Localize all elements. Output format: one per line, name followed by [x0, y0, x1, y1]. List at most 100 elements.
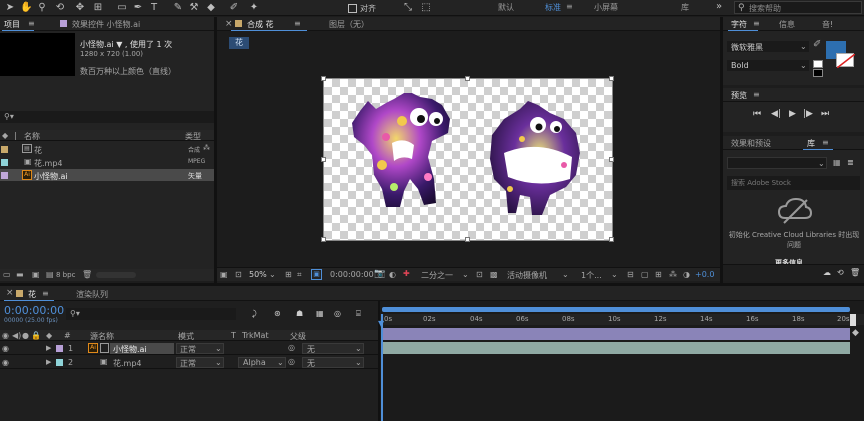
camera-icon[interactable]: 📷: [374, 269, 385, 279]
video-toggle-icon[interactable]: ◉: [2, 331, 9, 340]
workspace-default[interactable]: 默认: [498, 2, 514, 13]
bpc-label[interactable]: 8 bpc: [56, 271, 75, 279]
parent-select[interactable]: 无 ⌄: [302, 343, 364, 354]
trash-icon[interactable]: 🗑: [850, 268, 860, 277]
blend-mode-select[interactable]: 正常 ⌄: [176, 357, 224, 368]
project-search-bar[interactable]: ⚲▾: [0, 111, 214, 123]
table-row[interactable]: ◉ ▶ 2 ▣ 花.mp4 正常 ⌄ Alpha ⌄ ◎ 无 ⌄: [0, 356, 378, 369]
transform-handle[interactable]: [465, 237, 470, 242]
new-folder-icon[interactable]: ▬: [16, 270, 24, 279]
graph-editor-icon[interactable]: ⌸: [356, 309, 361, 319]
workspace-libraries[interactable]: 库: [681, 2, 689, 13]
tab-project[interactable]: 项目: [4, 19, 20, 30]
panel-menu-icon[interactable]: ≡: [753, 90, 760, 99]
parent-select[interactable]: 无 ⌄: [302, 357, 364, 368]
transform-handle[interactable]: [609, 157, 614, 162]
workspace-standard[interactable]: 标准: [545, 2, 561, 13]
list-item[interactable]: ▤ 花 合成 ⁂: [0, 143, 214, 155]
col-mode[interactable]: 模式: [178, 331, 194, 342]
transparency-toggle-icon[interactable]: ▩: [490, 270, 498, 279]
zoom-tool-icon[interactable]: ⚲: [36, 2, 48, 14]
always-preview-icon[interactable]: ▣: [220, 270, 228, 279]
comp-end-marker[interactable]: [850, 314, 856, 326]
panel-menu-icon[interactable]: ≡: [28, 19, 35, 28]
stock-search-box[interactable]: 搜索 Adobe Stock: [727, 176, 860, 190]
pick-whip-icon[interactable]: ◎: [288, 343, 295, 352]
grid-view-icon[interactable]: ▦: [833, 158, 841, 167]
snapshot-icon[interactable]: ⊡: [235, 270, 242, 279]
layer-bar-2[interactable]: [382, 342, 850, 354]
panel-menu-icon[interactable]: ≡: [42, 289, 49, 298]
camera-dropdown[interactable]: 活动摄像机: [507, 270, 547, 281]
clone-stamp-tool-icon[interactable]: ⚒: [188, 2, 200, 14]
panel-menu-icon[interactable]: ≡: [294, 19, 301, 28]
play-icon[interactable]: ▶: [789, 109, 796, 119]
workspace-small-screen[interactable]: 小屏幕: [594, 2, 618, 13]
col-source-name[interactable]: 源名称: [90, 331, 114, 342]
stock-search-input[interactable]: 搜索 Adobe Stock: [731, 178, 791, 188]
viewer-timecode[interactable]: 0:00:00:00: [330, 270, 374, 279]
table-row[interactable]: ◉ ▶ 1 Ai 小怪物.ai 正常 ⌄ ◎ 无 ⌄: [0, 342, 378, 355]
current-time-indicator[interactable]: [381, 314, 383, 421]
snap-options-icon[interactable]: ⤡: [402, 2, 414, 14]
eyedropper-icon[interactable]: ✐: [813, 39, 821, 50]
lock-icon[interactable]: 🔒: [31, 331, 41, 340]
audio-toggle-icon[interactable]: ◀): [12, 331, 21, 340]
region-of-interest-icon[interactable]: ⊡: [476, 270, 483, 279]
title-safe-icon[interactable]: ⊞: [285, 270, 292, 279]
resolution-dropdown[interactable]: 二分之一: [421, 270, 453, 281]
toggle-pixel-icon[interactable]: ⊟: [627, 270, 634, 279]
expand-arrow-icon[interactable]: ▶: [46, 344, 51, 352]
interpret-footage-icon[interactable]: ▭: [3, 270, 11, 279]
snap-edge-icon[interactable]: ⬚: [420, 2, 432, 14]
trash-icon[interactable]: 🗑: [82, 270, 92, 279]
close-icon[interactable]: ×: [6, 288, 14, 298]
tab-effect-controls[interactable]: 效果控件 小怪物.ai: [72, 19, 140, 30]
first-frame-icon[interactable]: ⏮: [753, 109, 761, 119]
comp-mini-flowchart-icon[interactable]: ⤸: [252, 309, 257, 319]
layer-search-input[interactable]: ⚲▾: [66, 308, 236, 320]
tab-render-queue[interactable]: 渲染队列: [76, 289, 108, 300]
pen-tool-icon[interactable]: ✒: [132, 2, 144, 14]
camera-tool-icon[interactable]: ✥: [74, 2, 86, 14]
eraser-tool-icon[interactable]: ◆: [205, 2, 217, 14]
type-tool-icon[interactable]: T: [148, 2, 160, 14]
creative-cloud-icon[interactable]: ☁: [823, 268, 831, 277]
sync-icon[interactable]: ⟲: [837, 268, 844, 277]
tab-composition[interactable]: 合成 花: [247, 19, 274, 30]
hand-tool-icon[interactable]: ✋: [20, 2, 32, 14]
pan-behind-tool-icon[interactable]: ⊞: [92, 2, 104, 14]
panel-menu-icon[interactable]: ≡: [753, 19, 760, 28]
font-family-select[interactable]: 微软雅黑 ⌄: [727, 41, 809, 52]
col-name[interactable]: 名称: [24, 131, 40, 142]
layer-bar-1[interactable]: [382, 328, 850, 340]
library-select[interactable]: ⌄: [727, 157, 827, 169]
timeline-timecode[interactable]: 0:00:00:00: [4, 304, 64, 317]
exposure-value[interactable]: +0.0: [695, 270, 714, 279]
new-composition-icon[interactable]: ▣: [32, 270, 40, 279]
rectangle-tool-icon[interactable]: ▭: [116, 2, 128, 14]
layer-name[interactable]: 花.mp4: [113, 358, 142, 369]
playhead-icon[interactable]: ▼: [378, 319, 384, 328]
thumbnail-slider[interactable]: [96, 272, 136, 278]
draft-3d-icon[interactable]: ⊛: [274, 309, 281, 318]
puppet-tool-icon[interactable]: ✦: [248, 2, 260, 14]
timeline-icon[interactable]: ⊞: [655, 270, 662, 279]
frame-blending-icon[interactable]: ▦: [316, 309, 324, 318]
tab-info[interactable]: 信息: [779, 19, 795, 30]
blend-mode-select[interactable]: 正常 ⌄: [176, 343, 224, 354]
workspace-overflow-icon[interactable]: »: [716, 1, 722, 12]
rotate-tool-icon[interactable]: ⟲: [54, 2, 66, 14]
list-item-selected[interactable]: Ai 小怪物.ai 矢量: [0, 169, 214, 181]
tab-character[interactable]: 字符: [731, 19, 747, 30]
transform-handle[interactable]: [609, 237, 614, 242]
mask-visibility-icon[interactable]: ⌗: [297, 270, 302, 280]
close-icon[interactable]: ×: [225, 19, 233, 29]
previous-frame-icon[interactable]: ◀|: [771, 109, 781, 119]
solo-icon[interactable]: ●: [22, 331, 29, 340]
panel-menu-icon[interactable]: ≡: [822, 138, 829, 147]
transform-handle[interactable]: [321, 76, 326, 81]
comp-canvas[interactable]: [321, 76, 614, 242]
exposure-icon[interactable]: ◑: [683, 270, 690, 279]
fast-preview-icon[interactable]: ▢: [641, 270, 649, 279]
